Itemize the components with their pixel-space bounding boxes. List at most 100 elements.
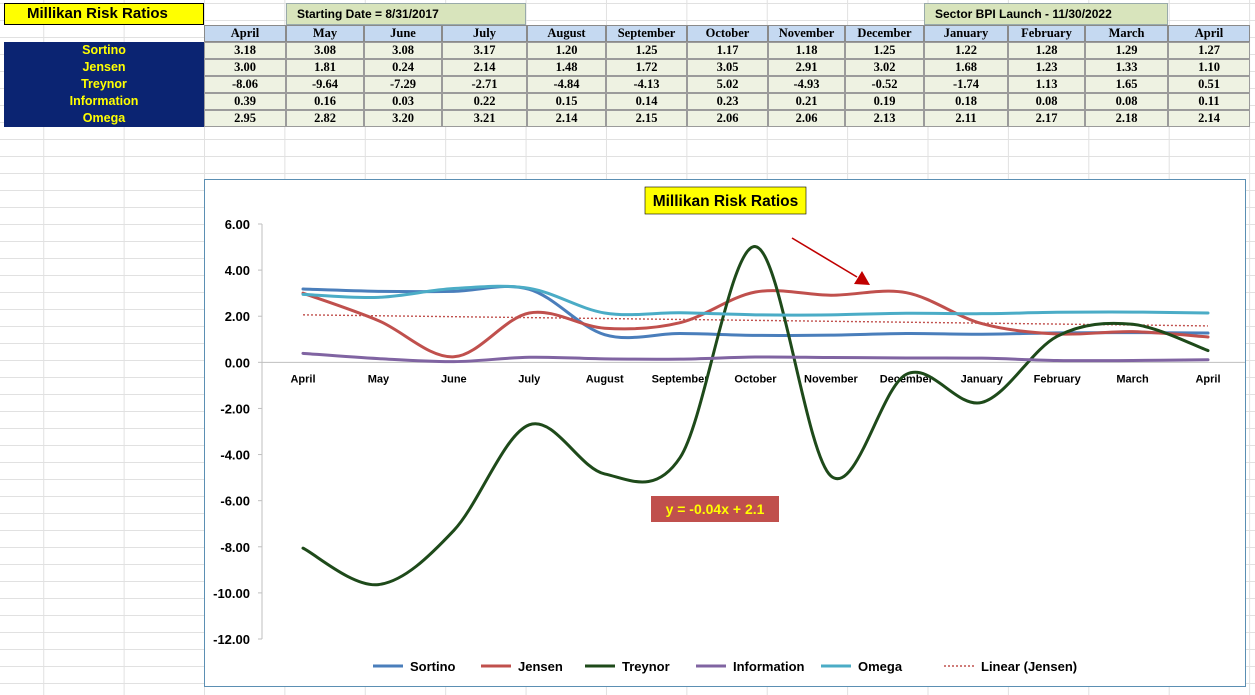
x-tick-label: October bbox=[734, 373, 777, 385]
table-cell[interactable]: 2.13 bbox=[845, 110, 924, 127]
table-cell[interactable]: 2.11 bbox=[924, 110, 1008, 127]
table-cell[interactable]: -4.13 bbox=[606, 76, 687, 93]
table-cell[interactable]: 3.18 bbox=[204, 42, 286, 59]
table-cell[interactable]: 2.18 bbox=[1085, 110, 1168, 127]
table-cell[interactable]: 0.16 bbox=[286, 93, 364, 110]
column-header[interactable]: March bbox=[1085, 25, 1168, 42]
table-cell[interactable]: 2.95 bbox=[204, 110, 286, 127]
table-cell[interactable]: 1.72 bbox=[606, 59, 687, 76]
chart-area[interactable]: Millikan Risk Ratios 6.00 4.00 2.00 0.00 -2.… bbox=[204, 179, 1246, 687]
x-tick-label: August bbox=[586, 373, 624, 385]
column-header[interactable]: November bbox=[768, 25, 845, 42]
legend-label: Treynor bbox=[622, 659, 670, 674]
sheet-title[interactable]: Millikan Risk Ratios bbox=[4, 3, 204, 25]
table-cell[interactable]: 0.24 bbox=[364, 59, 442, 76]
table-cell[interactable]: -0.52 bbox=[845, 76, 924, 93]
column-header[interactable]: February bbox=[1008, 25, 1085, 42]
table-cell[interactable]: 3.05 bbox=[687, 59, 768, 76]
table-cell[interactable]: 0.08 bbox=[1008, 93, 1085, 110]
table-cell[interactable]: 1.33 bbox=[1085, 59, 1168, 76]
table-cell[interactable]: 0.18 bbox=[924, 93, 1008, 110]
y-tick-label: -4.00 bbox=[220, 448, 250, 463]
column-header[interactable]: September bbox=[606, 25, 687, 42]
x-tick-label: July bbox=[518, 373, 541, 385]
table-cell[interactable]: 2.15 bbox=[606, 110, 687, 127]
column-header[interactable]: August bbox=[527, 25, 606, 42]
table-cell[interactable]: 2.91 bbox=[768, 59, 845, 76]
table-cell[interactable]: 0.15 bbox=[527, 93, 606, 110]
table-cell[interactable]: 2.14 bbox=[442, 59, 527, 76]
column-header[interactable]: June bbox=[364, 25, 442, 42]
table-cell[interactable]: 1.17 bbox=[687, 42, 768, 59]
table-cell[interactable]: 3.00 bbox=[204, 59, 286, 76]
table-cell[interactable]: 1.48 bbox=[527, 59, 606, 76]
table-cell[interactable]: 2.06 bbox=[768, 110, 845, 127]
table-cell[interactable]: 0.22 bbox=[442, 93, 527, 110]
table-cell[interactable]: 3.17 bbox=[442, 42, 527, 59]
table-cell[interactable]: 1.81 bbox=[286, 59, 364, 76]
column-header[interactable]: April bbox=[204, 25, 286, 42]
row-label-jensen[interactable]: Jensen bbox=[4, 59, 204, 76]
table-cell[interactable]: 0.23 bbox=[687, 93, 768, 110]
table-cell[interactable]: 3.08 bbox=[286, 42, 364, 59]
table-cell[interactable]: 1.25 bbox=[845, 42, 924, 59]
column-header[interactable]: July bbox=[442, 25, 527, 42]
y-tick-label: 0.00 bbox=[225, 355, 250, 370]
table-cell[interactable]: 0.11 bbox=[1168, 93, 1250, 110]
row-label-information[interactable]: Information bbox=[4, 93, 204, 110]
table-cell[interactable]: 3.21 bbox=[442, 110, 527, 127]
table-cell[interactable]: 1.25 bbox=[606, 42, 687, 59]
table-cell[interactable]: 1.20 bbox=[527, 42, 606, 59]
table-cell[interactable]: 1.65 bbox=[1085, 76, 1168, 93]
table-cell[interactable]: 1.18 bbox=[768, 42, 845, 59]
y-axis: 6.00 4.00 2.00 0.00 -2.00 -4.00 -6.00 -8.00 -10.… bbox=[213, 217, 263, 647]
table-cell[interactable]: 1.68 bbox=[924, 59, 1008, 76]
table-cell[interactable]: 0.51 bbox=[1168, 76, 1250, 93]
table-cell[interactable]: 0.21 bbox=[768, 93, 845, 110]
table-cell[interactable]: 0.39 bbox=[204, 93, 286, 110]
table-cell[interactable]: 1.28 bbox=[1008, 42, 1085, 59]
table-cell[interactable]: 1.29 bbox=[1085, 42, 1168, 59]
column-header[interactable]: December bbox=[845, 25, 924, 42]
x-tick-label: June bbox=[441, 373, 467, 385]
column-header[interactable]: October bbox=[687, 25, 768, 42]
y-tick-label: -2.00 bbox=[220, 401, 250, 416]
table-cell[interactable]: -4.84 bbox=[527, 76, 606, 93]
table-cell[interactable]: 1.23 bbox=[1008, 59, 1085, 76]
table-cell[interactable]: -2.71 bbox=[442, 76, 527, 93]
table-cell[interactable]: 3.08 bbox=[364, 42, 442, 59]
legend-label: Sortino bbox=[410, 659, 456, 674]
table-cell[interactable]: 1.13 bbox=[1008, 76, 1085, 93]
table-cell[interactable]: 3.02 bbox=[845, 59, 924, 76]
table-cell[interactable]: 2.82 bbox=[286, 110, 364, 127]
table-cell[interactable]: 1.22 bbox=[924, 42, 1008, 59]
table-cell[interactable]: 0.14 bbox=[606, 93, 687, 110]
column-header[interactable]: April bbox=[1168, 25, 1250, 42]
table-cell[interactable]: 0.08 bbox=[1085, 93, 1168, 110]
table-cell[interactable]: -9.64 bbox=[286, 76, 364, 93]
column-header[interactable]: May bbox=[286, 25, 364, 42]
table-cell[interactable]: -8.06 bbox=[204, 76, 286, 93]
table-cell[interactable]: 5.02 bbox=[687, 76, 768, 93]
table-cell[interactable]: 1.27 bbox=[1168, 42, 1250, 59]
starting-date-cell[interactable]: Starting Date = 8/31/2017 bbox=[286, 3, 526, 25]
table-cell[interactable]: -4.93 bbox=[768, 76, 845, 93]
table-cell[interactable]: 2.17 bbox=[1008, 110, 1085, 127]
table-cell[interactable]: 3.20 bbox=[364, 110, 442, 127]
sector-launch-cell[interactable]: Sector BPI Launch - 11/30/2022 bbox=[924, 3, 1168, 25]
table-cell[interactable]: -1.74 bbox=[924, 76, 1008, 93]
trendline-group bbox=[302, 314, 1209, 327]
y-tick-label: -8.00 bbox=[220, 540, 250, 555]
table-cell[interactable]: 0.03 bbox=[364, 93, 442, 110]
row-label-treynor[interactable]: Treynor bbox=[4, 76, 204, 93]
row-label-omega[interactable]: Omega bbox=[4, 110, 204, 127]
table-cell[interactable]: 1.10 bbox=[1168, 59, 1250, 76]
table-cell[interactable]: 2.06 bbox=[687, 110, 768, 127]
trendline-equation: y = -0.04x + 2.1 bbox=[666, 501, 765, 517]
table-cell[interactable]: 2.14 bbox=[527, 110, 606, 127]
table-cell[interactable]: 2.14 bbox=[1168, 110, 1250, 127]
column-header[interactable]: January bbox=[924, 25, 1008, 42]
table-cell[interactable]: 0.19 bbox=[845, 93, 924, 110]
row-label-sortino[interactable]: Sortino bbox=[4, 42, 204, 59]
table-cell[interactable]: -7.29 bbox=[364, 76, 442, 93]
